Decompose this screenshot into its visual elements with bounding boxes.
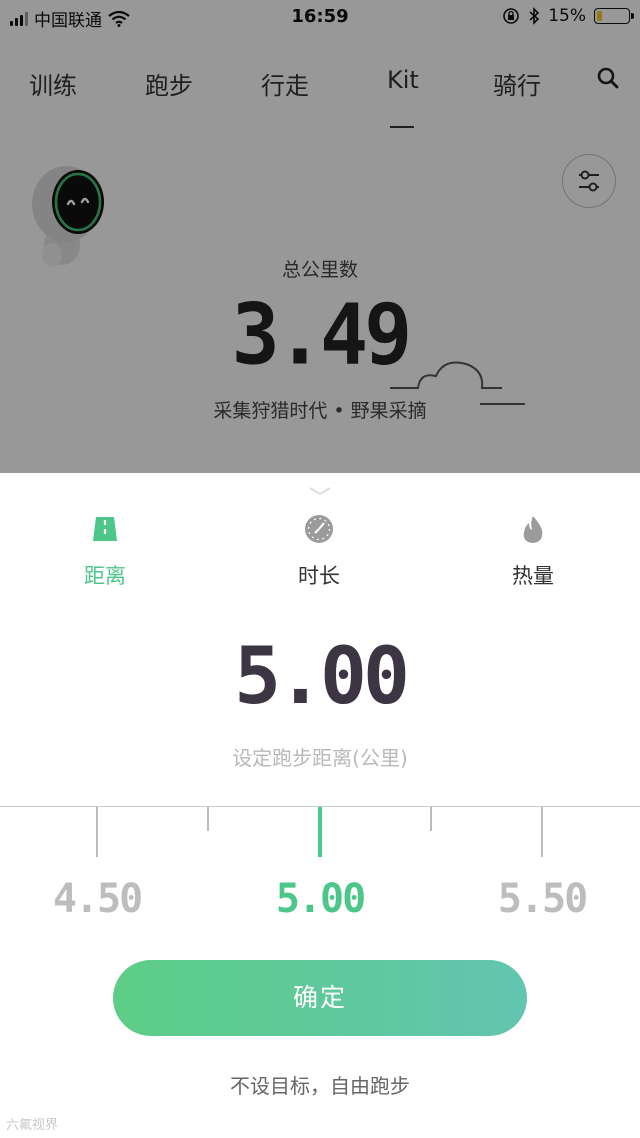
goal-mode-distance[interactable]: 距离: [45, 514, 165, 590]
goal-mode-calories[interactable]: 热量: [473, 514, 593, 590]
flame-icon: [523, 516, 543, 543]
ruler-label[interactable]: 5.50: [482, 876, 602, 922]
target-distance-label: 设定跑步距离(公里): [232, 746, 408, 770]
ruler-label-selected[interactable]: 5.00: [260, 876, 380, 922]
goal-mode-calories-label: 热量: [512, 564, 554, 588]
road-icon: [93, 517, 117, 541]
confirm-button[interactable]: 确定: [113, 960, 527, 1036]
goal-mode-duration-label: 时长: [298, 564, 340, 588]
ruler-label[interactable]: 4.50: [37, 876, 157, 922]
clock-icon: [305, 515, 333, 543]
ruler-tick[interactable]: [96, 807, 98, 857]
ruler-tick[interactable]: [541, 807, 543, 857]
watermark: 六氟视界: [6, 1118, 59, 1133]
target-distance-value: 5.00: [234, 632, 410, 722]
modal-overlay[interactable]: [0, 0, 640, 473]
goal-mode-duration[interactable]: 时长: [259, 514, 379, 590]
collapse-chevron-icon[interactable]: [308, 486, 332, 496]
ruler-tick[interactable]: [430, 807, 432, 831]
ruler-selected-tick[interactable]: [318, 807, 322, 857]
goal-mode-distance-label: 距离: [84, 564, 126, 588]
free-run-link[interactable]: 不设目标，自由跑步: [0, 1070, 640, 1099]
ruler-tick[interactable]: [207, 807, 209, 831]
